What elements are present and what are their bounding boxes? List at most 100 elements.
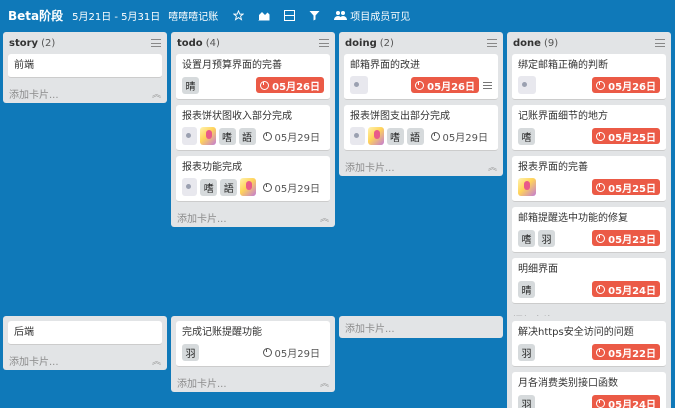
due-date-badge[interactable]: 05月25日 bbox=[592, 179, 660, 195]
card-title: 记账界面细节的地方 bbox=[518, 111, 608, 122]
due-date: 05月25日 bbox=[608, 132, 656, 144]
visibility-label[interactable]: 项目成员可见 bbox=[350, 8, 410, 23]
member-badge[interactable]: 晴 bbox=[182, 76, 199, 94]
member-badge[interactable]: 語 bbox=[238, 127, 256, 145]
card[interactable]: 报表界面的完善 05月25日 bbox=[512, 156, 666, 202]
due-date: 05月29日 bbox=[274, 132, 320, 144]
add-card-button[interactable]: 添加卡片... ︽ bbox=[171, 372, 335, 392]
collapse-icon[interactable]: ︽ bbox=[488, 160, 497, 173]
list-header: done (9) bbox=[507, 32, 671, 54]
list-name[interactable]: story bbox=[9, 38, 38, 49]
add-card-button[interactable]: 添加卡片... ︽ bbox=[3, 350, 167, 370]
card[interactable]: 邮箱提醒选中功能的修复 嗜 羽 05月23日 bbox=[512, 207, 666, 253]
card[interactable]: 后端 bbox=[8, 321, 162, 345]
list-menu-icon[interactable] bbox=[487, 39, 497, 47]
board-title[interactable]: Beta阶段 bbox=[8, 7, 63, 24]
avatar[interactable] bbox=[350, 127, 366, 145]
filter-icon[interactable] bbox=[309, 10, 320, 21]
add-card-button[interactable]: 添加卡片... ︽ bbox=[3, 83, 167, 103]
due-date-badge[interactable]: 05月29日 bbox=[427, 128, 492, 144]
add-card-button[interactable]: 添加卡片... bbox=[339, 316, 503, 338]
card[interactable]: 邮箱界面的改进 05月26日 bbox=[344, 54, 498, 100]
due-date-badge[interactable]: 05月29日 bbox=[259, 128, 324, 144]
card[interactable]: 前端 bbox=[8, 54, 162, 78]
avatar[interactable] bbox=[350, 76, 368, 94]
collapse-icon[interactable]: ︽ bbox=[320, 211, 329, 224]
star-icon[interactable] bbox=[233, 9, 245, 21]
clock-icon bbox=[596, 80, 606, 90]
card[interactable]: 报表饼状图收入部分完成 嗜 語 05月29日 bbox=[176, 105, 330, 151]
card[interactable]: 完成记账提醒功能 羽 05月29日 bbox=[176, 321, 330, 367]
due-date-badge[interactable]: 05月26日 bbox=[592, 77, 660, 93]
avatar[interactable] bbox=[182, 178, 198, 196]
description-icon bbox=[483, 81, 492, 89]
member-badge[interactable]: 嗜 bbox=[218, 127, 236, 145]
member-badge[interactable]: 語 bbox=[220, 178, 238, 196]
card[interactable]: 记账界面细节的地方 嗜 05月25日 bbox=[512, 105, 666, 151]
avatar[interactable] bbox=[240, 178, 256, 196]
list-menu-icon[interactable] bbox=[655, 39, 665, 47]
card[interactable]: 设置月预算界面的完善 晴 05月26日 bbox=[176, 54, 330, 100]
due-date-badge[interactable]: 05月24日 bbox=[592, 281, 660, 297]
card[interactable]: 解决https安全访问的问题 羽 05月22日 bbox=[512, 321, 666, 367]
grid-icon[interactable] bbox=[284, 9, 296, 21]
avatar[interactable] bbox=[518, 76, 536, 94]
add-card-label: 添加卡片... bbox=[9, 89, 59, 101]
member-badge[interactable]: 嗜 bbox=[518, 127, 535, 145]
due-date: 05月25日 bbox=[608, 183, 656, 195]
list-name[interactable]: doing bbox=[345, 38, 377, 49]
list-menu-icon[interactable] bbox=[151, 39, 161, 47]
team-name[interactable]: 嘻嘻嘻记账 bbox=[168, 8, 218, 23]
due-date-badge[interactable]: 05月29日 bbox=[259, 179, 324, 195]
member-badge[interactable]: 嗜 bbox=[518, 229, 535, 247]
due-date-badge[interactable]: 05月24日 bbox=[592, 395, 660, 408]
card-title: 邮箱界面的改进 bbox=[350, 60, 420, 71]
member-badge[interactable]: 嗜 bbox=[200, 178, 218, 196]
avatar[interactable] bbox=[368, 127, 384, 145]
due-date-badge[interactable]: 05月25日 bbox=[592, 128, 660, 144]
card[interactable]: 绑定邮箱正确的判断 05月26日 bbox=[512, 54, 666, 100]
list-name[interactable]: todo bbox=[177, 38, 203, 49]
member-badge[interactable]: 嗜 bbox=[386, 127, 404, 145]
member-badge[interactable]: 羽 bbox=[518, 343, 535, 361]
avatar[interactable] bbox=[518, 178, 536, 196]
due-date-badge[interactable]: 05月26日 bbox=[411, 77, 479, 93]
member-badge[interactable]: 語 bbox=[406, 127, 424, 145]
add-card-button[interactable]: 添加卡片... ︽ bbox=[171, 207, 335, 227]
collapse-icon[interactable]: ︽ bbox=[152, 87, 161, 100]
member-badge[interactable]: 羽 bbox=[182, 343, 199, 361]
due-date-badge[interactable]: 05月29日 bbox=[259, 344, 324, 360]
card-title: 绑定邮箱正确的判断 bbox=[518, 60, 608, 71]
collapse-icon[interactable]: ︽ bbox=[320, 376, 329, 389]
list-menu-icon[interactable] bbox=[319, 39, 329, 47]
list-story-row2: 后端 添加卡片... ︽ bbox=[3, 316, 167, 370]
add-card-button[interactable]: 添加卡片... ︽ bbox=[339, 156, 503, 176]
add-card-label: 添加卡片... bbox=[345, 162, 395, 174]
card[interactable]: 报表功能完成 嗜 語 05月29日 bbox=[176, 156, 330, 202]
members-icon[interactable] bbox=[334, 10, 348, 21]
clock-icon bbox=[415, 80, 425, 90]
due-date: 05月26日 bbox=[427, 81, 475, 93]
avatar[interactable] bbox=[182, 127, 198, 145]
due-date-badge[interactable]: 05月23日 bbox=[592, 230, 660, 246]
due-date: 05月22日 bbox=[608, 348, 656, 360]
due-date-badge[interactable]: 05月22日 bbox=[592, 344, 660, 360]
list-name[interactable]: done bbox=[513, 38, 541, 49]
chart-icon[interactable] bbox=[258, 10, 270, 21]
member-badge[interactable]: 羽 bbox=[538, 229, 555, 247]
card-title: 报表饼图支出部分完成 bbox=[350, 111, 450, 122]
due-date: 05月29日 bbox=[274, 183, 320, 195]
member-badge[interactable]: 羽 bbox=[518, 394, 535, 408]
list-count: (9) bbox=[543, 37, 559, 49]
card[interactable]: 明细界面 晴 05月24日 bbox=[512, 258, 666, 304]
clock-icon bbox=[430, 131, 440, 141]
avatar[interactable] bbox=[200, 127, 216, 145]
member-badge[interactable]: 晴 bbox=[518, 280, 535, 298]
due-date: 05月24日 bbox=[608, 285, 656, 297]
card[interactable]: 月各消费类别接口函数 羽 05月24日 bbox=[512, 372, 666, 408]
collapse-icon[interactable]: ︽ bbox=[152, 354, 161, 367]
due-date-badge[interactable]: 05月26日 bbox=[256, 77, 324, 93]
clock-icon bbox=[262, 182, 272, 192]
due-date: 05月29日 bbox=[274, 348, 320, 360]
card[interactable]: 报表饼图支出部分完成 嗜 語 05月29日 bbox=[344, 105, 498, 151]
